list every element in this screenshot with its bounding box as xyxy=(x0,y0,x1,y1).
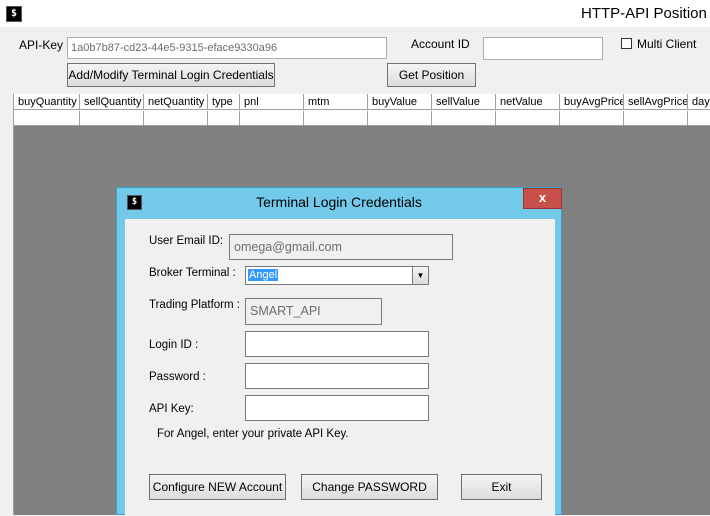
broker-terminal-select[interactable]: Angel ▼ xyxy=(245,266,429,285)
column-header[interactable]: sellQuantity xyxy=(80,94,144,110)
window-title: HTTP-API Position L xyxy=(581,5,710,22)
column-header[interactable]: netValue xyxy=(496,94,560,110)
email-label: User Email ID: xyxy=(149,235,224,247)
table-cell[interactable] xyxy=(14,111,80,126)
app-icon: $ xyxy=(6,6,22,22)
email-field[interactable]: omega@gmail.com xyxy=(229,234,453,260)
table-row[interactable] xyxy=(14,111,710,126)
table-cell[interactable] xyxy=(80,111,144,126)
exit-button[interactable]: Exit xyxy=(461,474,542,500)
table-cell[interactable] xyxy=(624,111,688,126)
api-key-hint: For Angel, enter your private API Key. xyxy=(157,428,349,440)
account-id-input[interactable] xyxy=(483,37,603,60)
column-header[interactable]: sellAvgPrice xyxy=(624,94,688,110)
api-key-dialog-label: API Key: xyxy=(149,403,194,415)
api-key-label: API-Key xyxy=(19,38,64,52)
dialog-titlebar[interactable]: $ Terminal Login Credentials xyxy=(117,188,561,215)
column-header[interactable]: netQuantity xyxy=(144,94,208,110)
table-cell[interactable] xyxy=(144,111,208,126)
broker-terminal-label: Broker Terminal : xyxy=(149,267,236,279)
column-header[interactable]: sellValue xyxy=(432,94,496,110)
column-header[interactable]: day xyxy=(688,94,710,110)
close-icon[interactable]: x xyxy=(523,188,562,209)
table-cell[interactable] xyxy=(496,111,560,126)
table-cell[interactable] xyxy=(688,111,710,126)
account-id-label: Account ID xyxy=(411,37,470,51)
column-header[interactable]: buyValue xyxy=(368,94,432,110)
dialog-title: Terminal Login Credentials xyxy=(256,194,422,210)
trading-platform-field[interactable]: SMART_API xyxy=(245,298,382,325)
change-password-button[interactable]: Change PASSWORD xyxy=(301,474,438,500)
get-position-button[interactable]: Get Position xyxy=(387,63,476,87)
table-cell[interactable] xyxy=(208,111,240,126)
main-titlebar: $ HTTP-API Position L xyxy=(0,0,710,27)
column-header[interactable]: buyAvgPrice xyxy=(560,94,624,110)
table-cell[interactable] xyxy=(240,111,304,126)
add-modify-credentials-button[interactable]: Add/Modify Terminal Login Credentials xyxy=(67,63,275,87)
multi-client-checkbox[interactable] xyxy=(621,38,632,49)
column-header[interactable]: type xyxy=(208,94,240,110)
table-cell[interactable] xyxy=(304,111,368,126)
column-header[interactable]: pnl xyxy=(240,94,304,110)
password-field[interactable] xyxy=(245,363,429,389)
login-id-label: Login ID : xyxy=(149,339,199,351)
broker-terminal-value: Angel xyxy=(248,269,279,281)
credentials-dialog: $ Terminal Login Credentials x User Emai… xyxy=(116,187,562,516)
api-key-input[interactable]: 1a0b7b87-cd23-44e5-9315-eface9330a96 xyxy=(67,37,387,59)
configure-new-account-button[interactable]: Configure NEW Account xyxy=(149,474,286,500)
grid-header: buyQuantity sellQuantity netQuantity typ… xyxy=(14,94,710,111)
chevron-down-icon[interactable]: ▼ xyxy=(412,267,428,284)
multi-client-label: Multi Client xyxy=(637,37,697,51)
password-label: Password : xyxy=(149,371,206,383)
trading-platform-label: Trading Platform : xyxy=(149,299,240,311)
api-key-dialog-field[interactable] xyxy=(245,395,429,421)
dialog-body: User Email ID: omega@gmail.com Broker Te… xyxy=(125,219,555,516)
table-cell[interactable] xyxy=(560,111,624,126)
login-id-field[interactable] xyxy=(245,331,429,357)
column-header[interactable]: buyQuantity xyxy=(14,94,80,110)
column-header[interactable]: mtm xyxy=(304,94,368,110)
table-cell[interactable] xyxy=(432,111,496,126)
table-cell[interactable] xyxy=(368,111,432,126)
